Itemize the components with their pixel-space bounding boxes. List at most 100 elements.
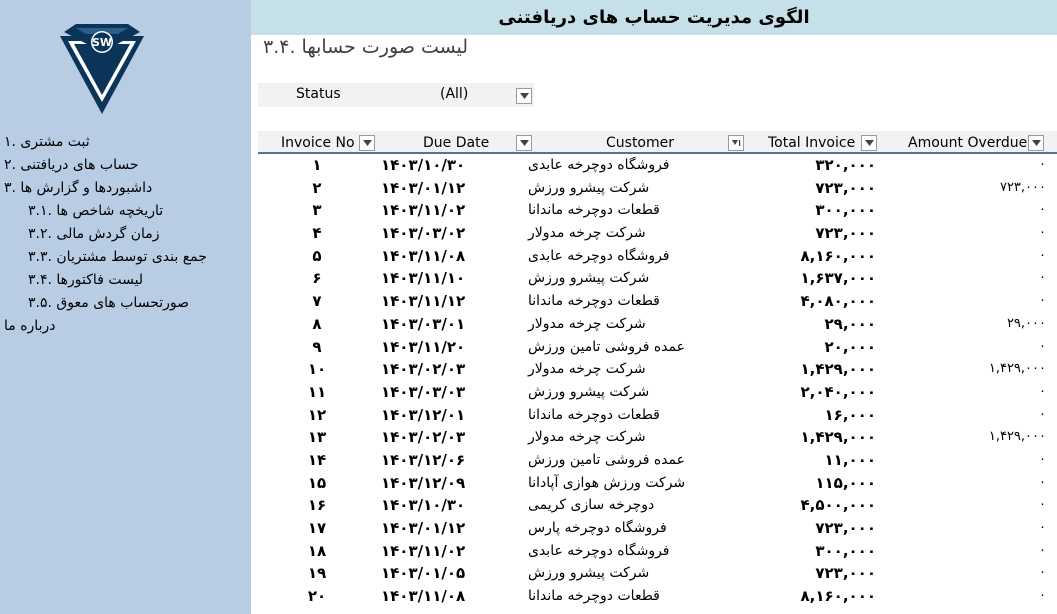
sidebar-item-label: صورتحساب های معوق .۳.۵ [28,295,190,311]
sidebar-item-label: زمان گردش مالی .۳.۲ [28,226,160,242]
column-label: Invoice No [281,135,355,151]
filter-dropdown-amount-overdue[interactable] [1028,135,1044,151]
table-row[interactable]: ۹ ۱۴۰۳/۱۱/۲۰ عمده فروشی تامین ورزش ۲۰,۰۰۰ ۰ [258,336,1057,359]
cell-due-date: ۱۴۰۳/۰۳/۰۱ [381,314,466,333]
cell-amount-overdue: ۱,۴۲۹,۰۰۰ [988,361,1046,377]
sidebar-item[interactable]: درباره ما [0,315,251,338]
table-row[interactable]: ۱۷ ۱۴۰۳/۰۱/۱۲ فروشگاه دوچرخه پارس ۷۲۳,۰۰۰ ۰ [258,517,1057,540]
table-row[interactable]: ۳ ۱۴۰۳/۱۱/۰۲ قطعات دوچرخه ماندانا ۳۰۰,۰۰۰ ۰ [258,199,1057,222]
cell-customer: دوچرخه سازی کریمی [528,497,655,514]
sidebar-item[interactable]: زمان گردش مالی .۳.۲ [0,223,251,246]
cell-total-invoice: ۱۶,۰۰۰ [824,405,876,424]
cell-amount-overdue: ۰ [1039,497,1046,513]
table-row[interactable]: ۴ ۱۴۰۳/۰۳/۰۲ شرکت چرخه مدولار ۷۲۳,۰۰۰ ۰ [258,222,1057,245]
cell-total-invoice: ۲۰,۰۰۰ [824,337,876,356]
column-header-amount-overdue: Amount Overdue [882,133,1057,153]
cell-invoice-no: ۹ [312,337,322,356]
filter-dropdown-due-date[interactable] [516,135,532,151]
page-subtitle: لیست صورت حسابها .۳.۴ [263,36,469,58]
dropdown-arrow-icon [519,93,529,99]
cell-customer: فروشگاه دوچرخه عابدی [528,247,670,264]
cell-due-date: ۱۴۰۳/۱۰/۳۰ [381,496,466,515]
table-row[interactable]: ۱۱ ۱۴۰۳/۰۳/۰۳ شرکت پیشرو ورزش ۲,۰۴۰,۰۰۰ ۰ [258,381,1057,404]
table-row[interactable]: ۱۶ ۱۴۰۳/۱۰/۳۰ دوچرخه سازی کریمی ۴,۵۰۰,۰۰۰ ۰ [258,494,1057,517]
sidebar-item[interactable]: ثبت مشتری .۱ [0,131,251,154]
cell-customer: قطعات دوچرخه ماندانا [528,293,660,310]
header-title: الگوی مدیریت حساب های دریافتنی [498,7,810,28]
status-filter-dropdown-button[interactable] [516,88,532,104]
dropdown-arrow-icon [519,140,529,146]
cell-due-date: ۱۴۰۳/۰۳/۰۳ [381,382,466,401]
table-row[interactable]: ۷ ۱۴۰۳/۱۱/۱۲ قطعات دوچرخه ماندانا ۴,۰۸۰,۰۰۰… [258,290,1057,313]
cell-due-date: ۱۴۰۳/۱۱/۰۸ [381,246,466,265]
status-filter: Status (All) [258,83,534,107]
cell-invoice-no: ۱۰ [307,360,327,379]
cell-amount-overdue: ۰ [1039,157,1046,172]
cell-total-invoice: ۳۰۰,۰۰۰ [815,201,876,220]
cell-customer: قطعات دوچرخه ماندانا [528,406,660,423]
sidebar-item-label: حساب های دریافتنی .۲ [4,157,139,173]
table-row[interactable]: ۱۴ ۱۴۰۳/۱۲/۰۶ عمده فروشی تامین ورزش ۱۱,۰۰۰ ۰ [258,449,1057,472]
table-row[interactable]: ۲۰ ۱۴۰۳/۱۱/۰۸ قطعات دوچرخه ماندانا ۸,۱۶۰,۰۰… [258,585,1057,608]
cell-due-date: ۱۴۰۳/۰۱/۱۲ [381,178,466,197]
cell-invoice-no: ۱۵ [307,473,327,492]
sidebar-item[interactable]: داشبوردها و گزارش ها .۳ [0,177,251,200]
cell-amount-overdue: ۰ [1039,451,1046,467]
filter-dropdown-total-invoice[interactable] [861,135,877,151]
cell-due-date: ۱۴۰۳/۱۱/۱۰ [381,269,466,288]
sidebar-item[interactable]: جمع بندی توسط مشتریان .۳.۳ [0,246,251,269]
table-row[interactable]: ۱۰ ۱۴۰۳/۰۲/۰۳ شرکت چرخه مدولار ۱,۴۲۹,۰۰۰ ۱,۴… [258,358,1057,381]
column-header-invoice-no: Invoice No [258,133,376,153]
cell-total-invoice: ۳۰۰,۰۰۰ [815,541,876,560]
cell-due-date: ۱۴۰۳/۰۲/۰۳ [381,428,466,447]
dropdown-arrow-icon [864,140,874,146]
cell-customer: شرکت پیشرو ورزش [528,565,650,582]
cell-customer: شرکت پیشرو ورزش [528,179,650,196]
column-label: Due Date [423,135,490,151]
cell-invoice-no: ۲۰ [307,587,327,606]
table-row[interactable]: ۱ ۱۴۰۳/۱۰/۳۰ فروشگاه دوچرخه عابدی ۳۲۰,۰۰۰ ۰ [258,154,1057,177]
cell-invoice-no: ۶ [312,269,322,288]
table-row[interactable]: ۱۹ ۱۴۰۳/۰۱/۰۵ شرکت پیشرو ورزش ۷۲۳,۰۰۰ ۰ [258,562,1057,585]
sidebar-item-label: جمع بندی توسط مشتریان .۳.۳ [28,249,207,265]
table-row[interactable]: ۱۸ ۱۴۰۳/۱۱/۰۲ فروشگاه دوچرخه عابدی ۳۰۰,۰۰۰ ۰ [258,540,1057,563]
cell-amount-overdue: ۰ [1039,565,1046,581]
filter-dropdown-invoice-no[interactable] [359,135,375,151]
cell-customer: قطعات دوچرخه ماندانا [528,588,660,605]
sidebar-item[interactable]: لیست فاکتورها .۳.۴ [0,269,251,292]
table-row[interactable]: ۵ ۱۴۰۳/۱۱/۰۸ فروشگاه دوچرخه عابدی ۸,۱۶۰,۰۰۰… [258,245,1057,268]
invoice-table: Invoice No Due Date Customer Total Invoi… [258,131,1057,608]
cell-customer: شرکت چرخه مدولار [528,429,646,446]
cell-total-invoice: ۷۲۳,۰۰۰ [815,178,876,197]
cell-due-date: ۱۴۰۳/۱۱/۰۲ [381,201,466,220]
sidebar-item[interactable]: تاریخچه شاخص ها .۳.۱ [0,200,251,223]
cell-due-date: ۱۴۰۳/۱۱/۱۲ [381,292,466,311]
dropdown-arrow-icon [362,140,372,146]
table-row[interactable]: ۱۳ ۱۴۰۳/۰۲/۰۳ شرکت چرخه مدولار ۱,۴۲۹,۰۰۰ ۱,۴… [258,426,1057,449]
cell-due-date: ۱۴۰۳/۱۲/۰۶ [381,450,466,469]
cell-invoice-no: ۱ [312,156,322,174]
cell-customer: فروشگاه دوچرخه عابدی [528,542,670,559]
cell-amount-overdue: ۰ [1039,247,1046,263]
logo-text: SW [92,36,112,49]
sidebar-item[interactable]: حساب های دریافتنی .۲ [0,154,251,177]
table-row[interactable]: ۱۲ ۱۴۰۳/۱۲/۰۱ قطعات دوچرخه ماندانا ۱۶,۰۰۰ ۰ [258,404,1057,427]
column-label: Amount Overdue [908,135,1028,151]
sort-filter-dropdown-customer[interactable] [728,135,744,151]
cell-invoice-no: ۱۳ [307,428,327,447]
cell-amount-overdue: ۰ [1039,588,1046,604]
cell-amount-overdue: ۰ [1039,542,1046,558]
sidebar: SW ثبت مشتری .۱ حساب های دریافتنی .۲ داشبو… [0,0,251,614]
cell-total-invoice: ۷۲۳,۰۰۰ [815,224,876,243]
cell-invoice-no: ۷ [312,292,322,311]
sidebar-item[interactable]: صورتحساب های معوق .۳.۵ [0,292,251,315]
table-row[interactable]: ۶ ۱۴۰۳/۱۱/۱۰ شرکت پیشرو ورزش ۱,۶۳۷,۰۰۰ ۰ [258,267,1057,290]
cell-invoice-no: ۱۴ [307,450,327,469]
table-row[interactable]: ۱۵ ۱۴۰۳/۱۲/۰۹ شرکت ورزش هوازی آپادانا ۱۱۵,۰… [258,472,1057,495]
table-row[interactable]: ۸ ۱۴۰۳/۰۳/۰۱ شرکت چرخه مدولار ۲۹,۰۰۰ ۲۹,۰۰۰ [258,313,1057,336]
diamond-logo-icon: SW [60,24,144,114]
cell-total-invoice: ۳۲۰,۰۰۰ [815,156,876,174]
cell-total-invoice: ۴,۰۸۰,۰۰۰ [800,292,876,311]
cell-due-date: ۱۴۰۳/۱۰/۳۰ [381,156,466,174]
table-row[interactable]: ۲ ۱۴۰۳/۰۱/۱۲ شرکت پیشرو ورزش ۷۲۳,۰۰۰ ۷۲۳,۰۰۰ [258,177,1057,200]
